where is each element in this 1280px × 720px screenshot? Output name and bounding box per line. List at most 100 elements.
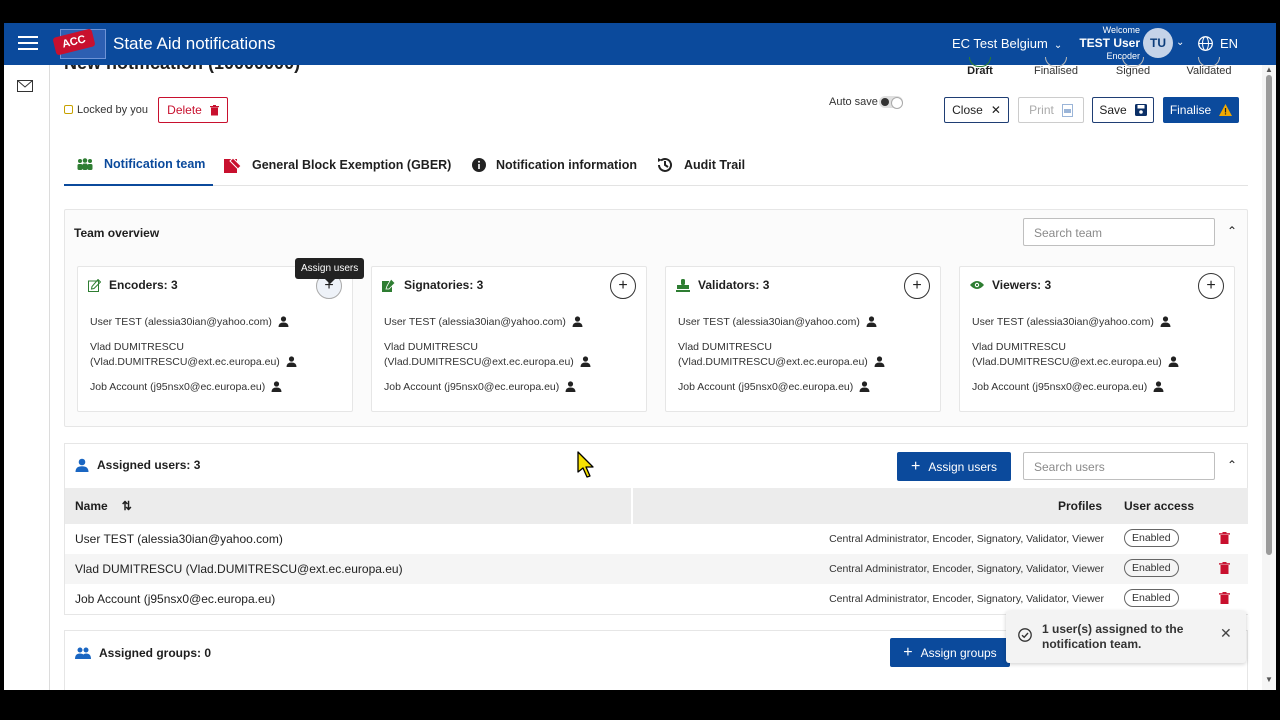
assign-users-tooltip: Assign users [295,258,365,284]
save-label: Save [1099,103,1127,117]
search-team-input[interactable]: Search team [1023,218,1215,246]
list-item: Vlad DUMITRESCU (Vlad.DUMITRESCU@ext.ec.… [678,340,928,370]
finalise-button[interactable]: Finalise [1163,97,1239,123]
floppy-icon [1134,104,1147,116]
scroll-up-arrow-icon[interactable]: ▲ [1265,65,1273,74]
delete-label: Delete [167,103,202,117]
viewers-header: Viewers: 3 [970,278,1051,292]
team-icon [77,157,93,170]
delete-button[interactable]: Delete [158,97,228,123]
tab-notification-information[interactable]: Notification information [472,143,637,186]
edit-icon [88,278,101,292]
user-icon [75,458,89,472]
table-row[interactable]: User TEST (alessia30ian@yahoo.com) Centr… [65,524,1248,554]
validators-header: Validators: 3 [676,278,769,292]
user-icon [278,316,289,327]
column-user-access: User access [1110,488,1203,524]
table-row[interactable]: Job Account (j95nsx0@ec.europa.eu) Centr… [65,584,1248,614]
user-icon [565,381,576,392]
add-signatory-button[interactable]: + [610,273,636,299]
tab-audit-trail[interactable]: Audit Trail [656,143,745,186]
trash-icon[interactable] [1219,592,1230,604]
mail-icon[interactable] [17,80,33,92]
assigned-groups-title: Assigned groups: 0 [99,646,212,660]
step-draft: Draft [967,65,993,77]
list-item: Vlad DUMITRESCU (Vlad.DUMITRESCU@ext.ec.… [972,340,1222,370]
encoders-header: Encoders: 3 [88,278,178,292]
trash-icon[interactable] [1219,562,1230,574]
tab-bar: Notification team General Block Exemptio… [64,143,1248,186]
column-name[interactable]: Name ⇅ [65,488,632,524]
encoders-list: User TEST (alessia30ian@yahoo.com) Vlad … [90,315,340,405]
app-title[interactable]: State Aid notifications [113,34,276,54]
add-validator-button[interactable]: + [904,273,930,299]
chevron-up-icon[interactable]: ⌃ [1227,224,1237,238]
list-item: Job Account (j95nsx0@ec.europa.eu) [384,380,634,395]
list-item: User TEST (alessia30ian@yahoo.com) [90,315,340,330]
chevron-down-icon[interactable]: ⌄ [1176,37,1184,48]
user-icon [866,316,877,327]
user-icon [1153,381,1164,392]
viewers-list: User TEST (alessia30ian@yahoo.com) Vlad … [972,315,1222,405]
language-selector[interactable]: EN [1220,36,1238,51]
scrollbar[interactable]: ▲ ▼ [1262,65,1276,690]
success-toast: 1 user(s) assigned to the notification t… [1006,611,1246,663]
close-label: Close [952,103,983,117]
avatar[interactable]: TU [1143,28,1173,58]
warning-icon [1219,104,1233,116]
search-users-input[interactable]: Search users [1023,452,1215,480]
check-circle-icon [1018,628,1032,642]
table-row[interactable]: Vlad DUMITRESCU (Vlad.DUMITRESCU@ext.ec.… [65,554,1248,584]
list-item: User TEST (alessia30ian@yahoo.com) [678,315,928,330]
close-icon[interactable]: ✕ [1220,625,1232,642]
validators-list: User TEST (alessia30ian@yahoo.com) Vlad … [678,315,928,405]
group-icon [75,647,91,659]
assign-groups-button[interactable]: + Assign groups [890,638,1010,667]
assign-users-button[interactable]: + Assign users [897,452,1011,481]
tab-gber[interactable]: General Block Exemption (GBER) [224,143,451,186]
add-viewer-button[interactable]: + [1198,273,1224,299]
signatories-header: Signatories: 3 [382,278,483,292]
menu-icon[interactable] [18,36,38,50]
scroll-down-arrow-icon[interactable]: ▼ [1265,675,1273,684]
encoders-title: Encoders: 3 [109,278,178,292]
organisation-selector[interactable]: EC Test Belgium ⌄ [952,36,1062,51]
autosave-label: Auto save [829,96,878,108]
signatories-card: Signatories: 3 + User TEST (alessia30ian… [371,266,647,412]
column-actions [1203,488,1248,524]
list-item: Job Account (j95nsx0@ec.europa.eu) [90,380,340,395]
pdf-icon [1061,103,1073,117]
tab-label: Notification information [496,157,637,172]
left-rail [4,65,50,690]
autosave-toggle[interactable] [879,96,903,109]
close-button[interactable]: Close ✕ [944,97,1009,123]
gber-icon [224,156,242,173]
status-badge: Enabled [1124,589,1179,607]
lock-status: Locked by you [64,104,148,116]
user-icon [572,316,583,327]
signature-icon [382,278,396,292]
validators-card: Validators: 3 + User TEST (alessia30ian@… [665,266,941,412]
user-icon [271,381,282,392]
tab-label: Notification team [104,156,206,171]
status-badge: Enabled [1124,559,1179,577]
globe-icon[interactable] [1197,35,1214,52]
plus-icon: + [903,643,913,661]
toast-message: 1 user(s) assigned to the notification t… [1042,622,1184,651]
user-icon [580,356,591,367]
top-bar: ACC State Aid notifications EC Test Belg… [4,23,1276,65]
user-icon [874,356,885,367]
sort-icon[interactable]: ⇅ [122,499,132,513]
profiles-cell: Central Administrator, Encoder, Signator… [829,593,1104,605]
user-name-cell: Job Account (j95nsx0@ec.europa.eu) [75,592,276,606]
column-profiles: Profiles [633,488,1110,524]
tab-notification-team[interactable]: Notification team [64,143,213,186]
save-button[interactable]: Save [1092,97,1154,123]
chevron-up-icon[interactable]: ⌃ [1227,458,1237,472]
assigned-users-header: Assigned users: 3 [75,458,200,472]
scrollbar-thumb[interactable] [1266,75,1272,555]
trash-icon[interactable] [1219,532,1230,544]
print-button[interactable]: Print [1018,97,1084,123]
profiles-cell: Central Administrator, Encoder, Signator… [829,533,1104,545]
encoders-card: Encoders: 3 + User TEST (alessia30ian@ya… [77,266,353,412]
